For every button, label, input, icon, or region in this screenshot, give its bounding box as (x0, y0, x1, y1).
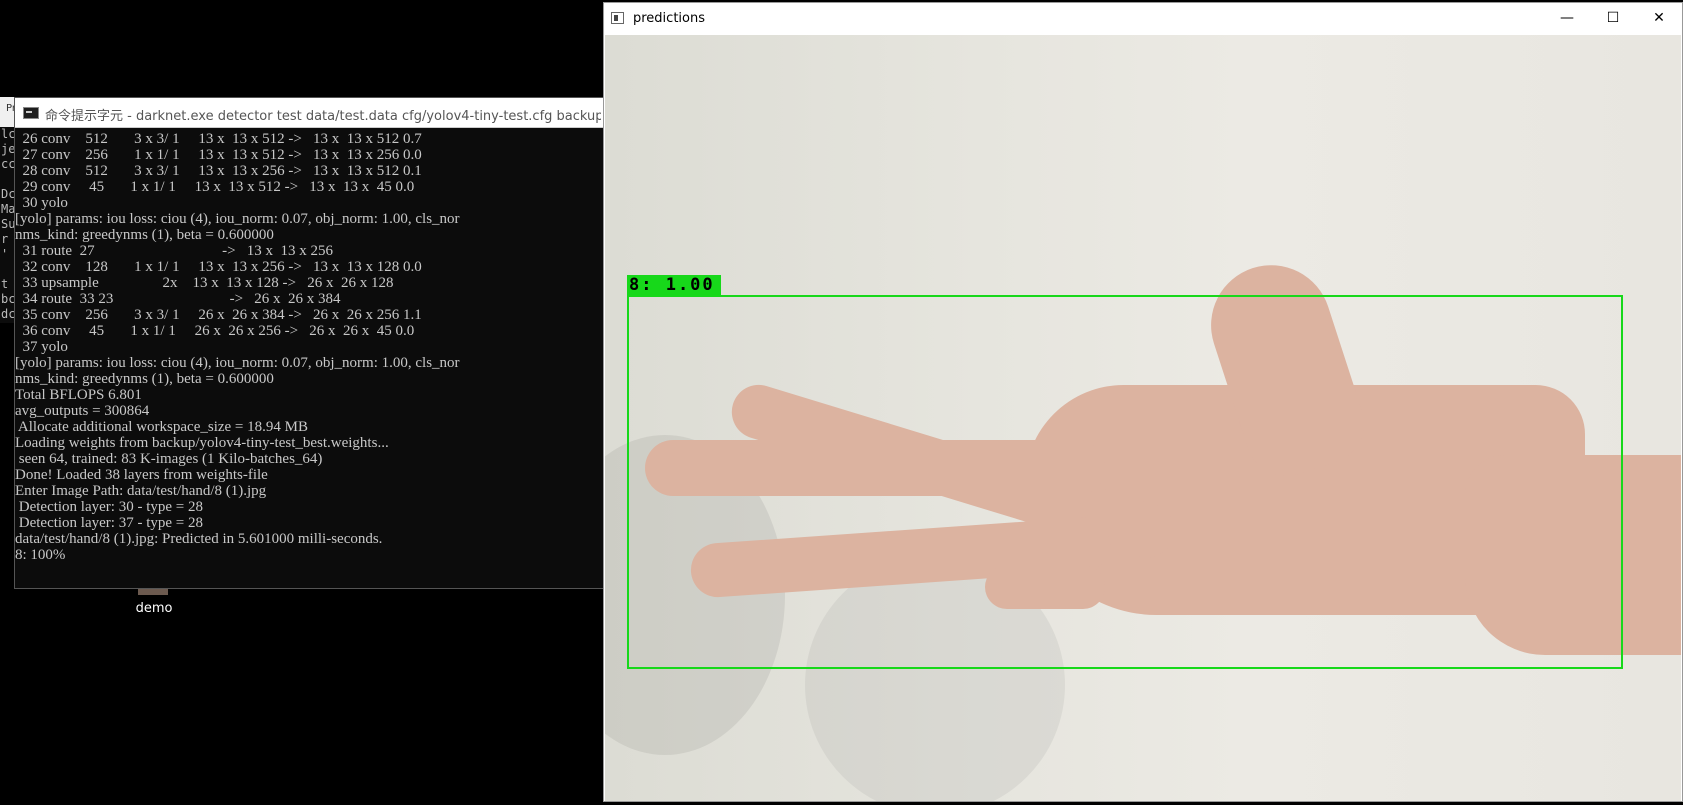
console-line: Done! Loaded 38 layers from weights-file (15, 467, 268, 483)
console-line: 32 conv 128 1 x 1/ 1 13 x 13 x 256 -> 13… (15, 259, 422, 275)
console-line: data/test/hand/8 (1).jpg: Predicted in 5… (15, 531, 383, 547)
background-window-line: t (1, 277, 9, 291)
predictions-titlebar[interactable]: predictions — ☐ ✕ (604, 3, 1682, 34)
console-line: 30 yolo (15, 195, 68, 211)
console-line: seen 64, trained: 83 K-images (1 Kilo-ba… (15, 451, 323, 467)
background-window-line: r (1, 232, 9, 246)
window-app-icon (611, 12, 624, 24)
console-line: Detection layer: 37 - type = 28 (15, 515, 203, 531)
console-line: 34 route 33 23 -> 26 x 26 x 384 (15, 291, 341, 307)
console-line: 35 conv 256 3 x 3/ 1 26 x 26 x 384 -> 26… (15, 307, 422, 323)
maximize-button[interactable]: ☐ (1590, 3, 1636, 34)
console-line: 33 upsample 2x 13 x 13 x 128 -> 26 x 26 … (15, 275, 394, 291)
console-line: nms_kind: greedynms (1), beta = 0.600000 (15, 371, 274, 387)
console-line: Allocate additional workspace_size = 18.… (15, 419, 308, 435)
console-line: 27 conv 256 1 x 1/ 1 13 x 13 x 512 -> 13… (15, 147, 422, 163)
console-line: 28 conv 512 3 x 3/ 1 13 x 13 x 256 -> 13… (15, 163, 422, 179)
console-line: 36 conv 45 1 x 1/ 1 26 x 26 x 256 -> 26 … (15, 323, 415, 339)
console-output[interactable]: 26 conv 512 3 x 3/ 1 13 x 13 x 512 -> 13… (15, 131, 603, 586)
console-title: 命令提示字元 - darknet.exe detector test data/… (45, 109, 601, 124)
console-titlebar[interactable]: 命令提示字元 - darknet.exe detector test data/… (15, 98, 603, 128)
console-line: avg_outputs = 300864 (15, 403, 150, 419)
console-line: Loading weights from backup/yolov4-tiny-… (15, 435, 389, 451)
console-line: 26 conv 512 3 x 3/ 1 13 x 13 x 512 -> 13… (15, 131, 422, 147)
detection-label: 8: 1.00 (627, 275, 721, 295)
command-prompt-window[interactable]: 命令提示字元 - darknet.exe detector test data/… (14, 97, 604, 589)
background-window-line: ' (1, 247, 9, 261)
predictions-window[interactable]: predictions — ☐ ✕ 8: 1.00 (603, 2, 1683, 802)
console-line: 37 yolo (15, 339, 68, 355)
close-button[interactable]: ✕ (1636, 3, 1682, 34)
console-line: Total BFLOPS 6.801 (15, 387, 142, 403)
console-line: [yolo] params: iou loss: ciou (4), iou_n… (15, 355, 460, 371)
minimize-button[interactable]: — (1544, 3, 1590, 34)
prediction-image: 8: 1.00 (605, 35, 1681, 801)
console-line: Enter Image Path: data/test/hand/8 (1).j… (15, 483, 267, 499)
console-line: [yolo] params: iou loss: ciou (4), iou_n… (15, 211, 460, 227)
console-line: 31 route 27 -> 13 x 13 x 256 (15, 243, 334, 259)
predictions-title: predictions (633, 11, 705, 26)
console-line: nms_kind: greedynms (1), beta = 0.600000 (15, 227, 274, 243)
console-app-icon (23, 107, 39, 119)
console-line: 29 conv 45 1 x 1/ 1 13 x 13 x 512 -> 13 … (15, 179, 415, 195)
detection-bounding-box (627, 295, 1623, 669)
console-line: 8: 100% (15, 547, 66, 563)
console-line: Detection layer: 30 - type = 28 (15, 499, 203, 515)
desktop-icon-label[interactable]: demo (126, 601, 182, 616)
